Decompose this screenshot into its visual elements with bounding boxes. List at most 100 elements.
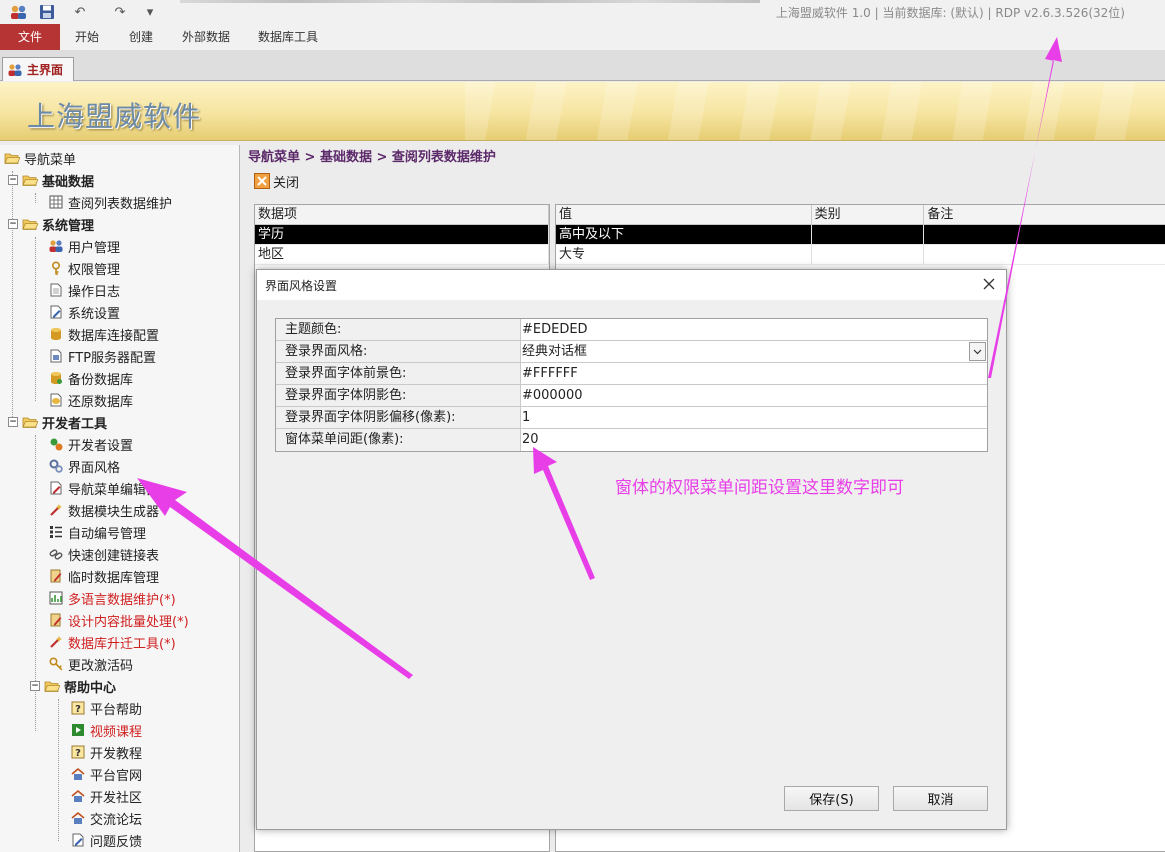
nav-item-label: 操作日志: [68, 284, 121, 300]
nav-item-label: 权限管理: [68, 262, 121, 278]
dialog-close-icon[interactable]: [980, 275, 998, 293]
tree-line: [58, 699, 59, 841]
nav-item-label: 数据库升迁工具(*): [68, 636, 176, 652]
form-menu-spacing-input[interactable]: 20: [521, 429, 987, 451]
login-shadow-offset-input[interactable]: 1: [521, 407, 987, 428]
column-header-category[interactable]: 类别: [812, 205, 925, 224]
table-row[interactable]: 地区: [255, 245, 549, 265]
nav-item-video-course[interactable]: 视频课程: [70, 719, 142, 741]
nav-group-help-center[interactable]: − 帮助中心: [30, 675, 116, 697]
nav-item-data-module-generator[interactable]: 数据模块生成器: [48, 499, 159, 521]
tree-line: [12, 171, 13, 421]
nav-item-label: 问题反馈: [90, 834, 143, 850]
cell-value[interactable]: 大专: [556, 245, 812, 264]
nav-item-operation-log[interactable]: 操作日志: [48, 279, 120, 301]
table-row[interactable]: 大专: [556, 245, 1165, 265]
cell-category[interactable]: [812, 225, 925, 244]
nav-item-ftp-config[interactable]: FTP服务器配置: [48, 345, 156, 367]
cell-data-item[interactable]: 地区: [255, 245, 549, 264]
close-button[interactable]: 关闭: [254, 171, 299, 191]
nav-root[interactable]: 导航菜单: [4, 147, 76, 169]
save-button[interactable]: 保存(S): [784, 786, 879, 811]
nav-item-batch-process[interactable]: 设计内容批量处理(*): [48, 609, 189, 631]
theme-color-input[interactable]: #EDEDED: [521, 319, 987, 340]
nav-item-system-settings[interactable]: 系统设置: [48, 301, 120, 323]
nav-item-label: 备份数据库: [68, 372, 134, 388]
nav-group-system-management[interactable]: − 系统管理: [8, 213, 94, 235]
nav-item-permission-management[interactable]: 权限管理: [48, 257, 120, 279]
column-header-remark[interactable]: 备注: [924, 205, 1165, 224]
login-shadow-color-input[interactable]: #000000: [521, 385, 987, 406]
nav-item-change-activation[interactable]: 更改激活码: [48, 653, 133, 675]
cell-remark[interactable]: [924, 225, 1165, 244]
collapse-icon[interactable]: −: [8, 219, 18, 229]
nav-item-restore-db[interactable]: 还原数据库: [48, 389, 133, 411]
nav-item-dev-tutorial[interactable]: ? 开发教程: [70, 741, 142, 763]
folder-open-icon: [22, 172, 38, 188]
nav-item-forum[interactable]: 交流论坛: [70, 807, 142, 829]
nav-group-developer-tools[interactable]: − 开发者工具: [8, 411, 107, 433]
table-row[interactable]: 高中及以下: [556, 225, 1165, 245]
nav-item-db-upgrade[interactable]: 数据库升迁工具(*): [48, 631, 176, 653]
nav-item-label: 开发教程: [90, 746, 143, 762]
nav-item-official-site[interactable]: 平台官网: [70, 763, 142, 785]
tab-main-interface[interactable]: 主界面: [2, 57, 74, 81]
chevron-down-icon[interactable]: [969, 342, 986, 361]
nav-item-label: 数据库连接配置: [68, 328, 160, 344]
property-row-login-font-color: 登录界面字体前景色: #FFFFFF: [276, 363, 987, 385]
nav-item-interface-style[interactable]: 界面风格: [48, 455, 120, 477]
app-users-icon[interactable]: [8, 3, 30, 21]
nav-item-backup-db[interactable]: 备份数据库: [48, 367, 133, 389]
column-header-value[interactable]: 值: [556, 205, 812, 224]
undo-icon[interactable]: ↶: [66, 3, 94, 21]
table-row[interactable]: 学历: [255, 225, 549, 245]
nav-item-user-management[interactable]: 用户管理: [48, 235, 120, 257]
nav-item-feedback[interactable]: 问题反馈: [70, 829, 142, 851]
ftp-server-icon: [48, 348, 64, 364]
tab-file[interactable]: 文件: [0, 24, 60, 50]
nav-item-auto-numbering[interactable]: 自动编号管理: [48, 521, 146, 543]
cell-remark[interactable]: [924, 245, 1165, 264]
close-button-label: 关闭: [273, 175, 300, 191]
nav-group-basic-data[interactable]: − 基础数据: [8, 169, 94, 191]
document-icon: [48, 282, 64, 298]
home-icon: [70, 810, 86, 826]
database-backup-icon: [48, 370, 64, 386]
redo-icon[interactable]: ↷: [106, 3, 134, 21]
tab-create[interactable]: 创建: [129, 24, 153, 50]
login-style-select[interactable]: 经典对话框: [521, 341, 987, 362]
column-header-data-item[interactable]: 数据项: [255, 205, 549, 224]
tab-external-data[interactable]: 外部数据: [182, 24, 230, 50]
nav-item-label: 平台帮助: [90, 702, 143, 718]
nav-item-temp-db[interactable]: 临时数据库管理: [48, 565, 159, 587]
tab-database-tools[interactable]: 数据库工具: [258, 24, 318, 50]
nav-item-lookup-list[interactable]: 查阅列表数据维护: [48, 191, 172, 213]
banner-title: 上海盟威软件: [27, 100, 202, 133]
login-font-color-input[interactable]: #FFFFFF: [521, 363, 987, 384]
nav-item-nav-menu-editor[interactable]: 导航菜单编辑器: [48, 477, 159, 499]
collapse-icon[interactable]: −: [8, 417, 18, 427]
cell-value[interactable]: 高中及以下: [556, 225, 812, 244]
collapse-icon[interactable]: −: [30, 681, 40, 691]
nav-item-quick-link-table[interactable]: 快速创建链接表: [48, 543, 159, 565]
nav-item-db-connection[interactable]: 数据库连接配置: [48, 323, 159, 345]
nav-item-dev-community[interactable]: 开发社区: [70, 785, 142, 807]
save-icon[interactable]: [37, 3, 57, 21]
property-row-theme-color: 主题颜色: #EDEDED: [276, 319, 987, 341]
users-icon: [7, 63, 23, 77]
tab-start[interactable]: 开始: [75, 24, 99, 50]
nav-item-multilang-data[interactable]: 多语言数据维护(*): [48, 587, 176, 609]
nav-item-platform-help[interactable]: ? 平台帮助: [70, 697, 142, 719]
nav-item-developer-settings[interactable]: 开发者设置: [48, 433, 133, 455]
collapse-icon[interactable]: −: [8, 175, 18, 185]
customize-toolbar-icon[interactable]: ▾: [142, 3, 158, 21]
nav-item-label: 数据模块生成器: [68, 504, 160, 520]
login-style-value: 经典对话框: [522, 344, 588, 359]
cell-category[interactable]: [812, 245, 925, 264]
developer-settings-icon: [48, 436, 64, 452]
link-icon: [48, 546, 64, 562]
cancel-button[interactable]: 取消: [893, 786, 988, 811]
nav-item-label: 多语言数据维护(*): [68, 592, 176, 608]
cell-data-item[interactable]: 学历: [255, 225, 549, 244]
property-label: 登录界面字体阴影偏移(像素):: [276, 407, 521, 428]
